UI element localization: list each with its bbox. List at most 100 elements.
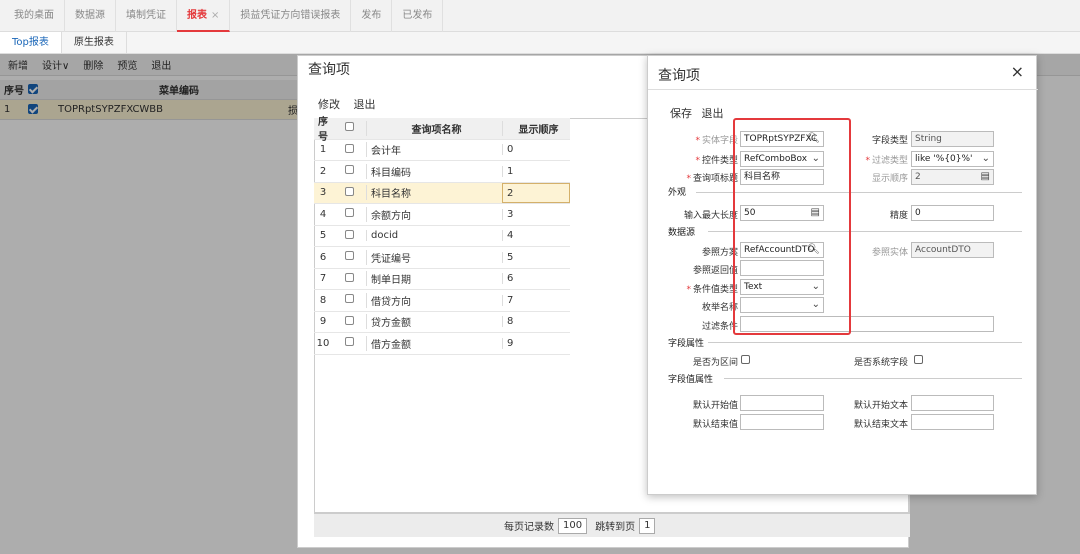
row-name: 借贷方向	[366, 292, 502, 308]
nav-tab-publish[interactable]: 发布	[351, 0, 393, 32]
table-row[interactable]: 7 制单日期 6	[314, 269, 570, 290]
row-index: 4	[319, 208, 327, 220]
sub-tabs: Top报表 原生报表	[0, 32, 1080, 54]
divider	[708, 342, 1022, 343]
nav-tab-published[interactable]: 已发布	[392, 0, 444, 32]
exit-button[interactable]: 退出	[354, 98, 376, 111]
table-row-selected[interactable]: 3 科目名称 2	[314, 182, 570, 204]
table-row[interactable]: 8 借贷方向 7	[314, 290, 570, 312]
row-index: 1	[319, 144, 327, 156]
section-value-props: 字段值属性	[668, 375, 714, 385]
row-checkbox[interactable]	[332, 272, 366, 285]
is-range-checkbox[interactable]	[741, 355, 750, 364]
subtab-native-report[interactable]: 原生报表	[62, 32, 127, 53]
row-index: 5	[319, 230, 327, 242]
row-checkbox[interactable]	[332, 165, 366, 177]
highlight-annotation-box	[733, 118, 851, 335]
divider	[648, 89, 1038, 90]
table-row[interactable]: 2 科目编码 1	[314, 161, 570, 183]
section-datasource: 数据源	[668, 228, 696, 238]
dialog-title: 查询项	[308, 62, 350, 78]
default-end-text-input[interactable]	[911, 414, 994, 430]
row-order-editor[interactable]: 2	[502, 182, 570, 203]
precision-input[interactable]: 0	[911, 205, 994, 221]
row-checkbox[interactable]	[332, 251, 366, 263]
row-name: 科目编码	[366, 163, 502, 179]
close-icon[interactable]: ×	[211, 10, 219, 21]
table-row[interactable]: 4 余额方向 3	[314, 204, 570, 226]
column-header-name: 查询项名称	[366, 120, 502, 136]
calculator-icon[interactable]: ▤	[981, 170, 990, 184]
precision-label: 精度	[889, 211, 908, 221]
row-checkbox[interactable]	[332, 208, 366, 220]
row-name: 科目名称	[366, 185, 502, 201]
subtab-top-report[interactable]: Top报表	[0, 32, 62, 53]
filter-cond-label: 过滤条件	[701, 322, 738, 332]
is-system-checkbox[interactable]	[914, 355, 923, 364]
row-checkbox[interactable]	[332, 337, 366, 349]
ref-entity-value: AccountDTO	[911, 242, 994, 258]
chevron-down-icon: ⌄	[981, 153, 990, 164]
default-start-input[interactable]	[740, 395, 824, 411]
row-order: 3	[502, 208, 570, 220]
row-order: 5	[502, 251, 570, 263]
default-end-text-label: 默认结束文本	[853, 420, 908, 430]
table-row[interactable]: 1 会计年 0	[314, 140, 570, 161]
row-index: 10	[316, 337, 330, 349]
row-order: 4	[502, 230, 570, 242]
row-order: 1	[502, 165, 570, 177]
table-row[interactable]: 5 docid 4	[314, 226, 570, 247]
display-order-input[interactable]: 2 ▤	[911, 169, 994, 185]
table-row[interactable]: 6 凭证编号 5	[314, 247, 570, 269]
row-checkbox[interactable]	[332, 186, 366, 199]
field-type-label: 字段类型	[871, 136, 908, 146]
nav-tab-report[interactable]: 报表 ×	[177, 0, 231, 32]
default-end-label: 默认结束值	[692, 420, 738, 430]
nav-tab-error-report[interactable]: 损益凭证方向错误报表	[230, 0, 352, 32]
dialog-toolbar: 保存 退出	[670, 105, 730, 121]
ref-return-label: 参照返回值	[692, 266, 738, 276]
nav-tab-voucher[interactable]: 填制凭证	[116, 0, 177, 32]
select-all-checkbox[interactable]	[332, 122, 366, 134]
pagination-bar: 每页记录数 100 跳转到页 1	[314, 513, 910, 537]
exit-button[interactable]: 退出	[702, 107, 724, 120]
table-row[interactable]: 10 借方金额 9	[314, 333, 570, 355]
jump-page-input[interactable]: 1	[639, 517, 656, 534]
row-name: 余额方向	[366, 206, 502, 222]
row-name: 贷方金额	[366, 314, 502, 330]
query-title-label: * 查询项标题	[686, 174, 738, 184]
field-type-value: String	[911, 131, 994, 147]
row-name: docid	[366, 230, 502, 242]
default-start-label: 默认开始值	[692, 401, 738, 411]
query-items-grid: 序号 查询项名称 显示顺序 1 会计年 0 2 科目编码 1 3 科目名称 2 4 余额方向 3…	[314, 117, 570, 355]
row-name: 凭证编号	[366, 249, 502, 265]
row-index: 8	[319, 294, 327, 306]
row-checkbox[interactable]	[332, 315, 366, 328]
save-button[interactable]: 保存	[670, 107, 692, 120]
table-row[interactable]: 9 贷方金额 8	[314, 312, 570, 333]
is-system-label: 是否系统字段	[853, 358, 908, 368]
filter-type-select[interactable]: like '%{0}%' ⌄	[911, 151, 994, 167]
max-length-label: 输入最大长度	[683, 211, 738, 221]
section-appearance: 外观	[668, 188, 687, 198]
row-checkbox[interactable]	[332, 229, 366, 242]
edit-button[interactable]: 修改	[318, 98, 340, 111]
close-icon[interactable]: ×	[1011, 62, 1024, 81]
default-start-text-input[interactable]	[911, 395, 994, 411]
top-navigation: 我的桌面 数据源 填制凭证 报表 × 损益凭证方向错误报表 发布 已发布	[0, 0, 1080, 32]
default-start-text-label: 默认开始文本	[853, 401, 908, 411]
default-end-input[interactable]	[740, 414, 824, 430]
row-checkbox[interactable]	[332, 294, 366, 306]
row-index: 6	[319, 251, 327, 263]
row-checkbox[interactable]	[332, 143, 366, 156]
section-field-props: 字段属性	[668, 339, 705, 349]
is-range-label: 是否为区间	[692, 358, 738, 368]
row-order: 9	[502, 337, 570, 349]
nav-tab-datasource[interactable]: 数据源	[65, 0, 116, 32]
column-header-order: 显示顺序	[502, 120, 570, 136]
column-header-index: 序号	[318, 117, 328, 144]
filter-type-label: * 过滤类型	[865, 156, 908, 166]
per-page-input[interactable]: 100	[558, 517, 588, 534]
nav-tab-desktop[interactable]: 我的桌面	[4, 0, 65, 32]
row-index: 3	[319, 187, 327, 199]
